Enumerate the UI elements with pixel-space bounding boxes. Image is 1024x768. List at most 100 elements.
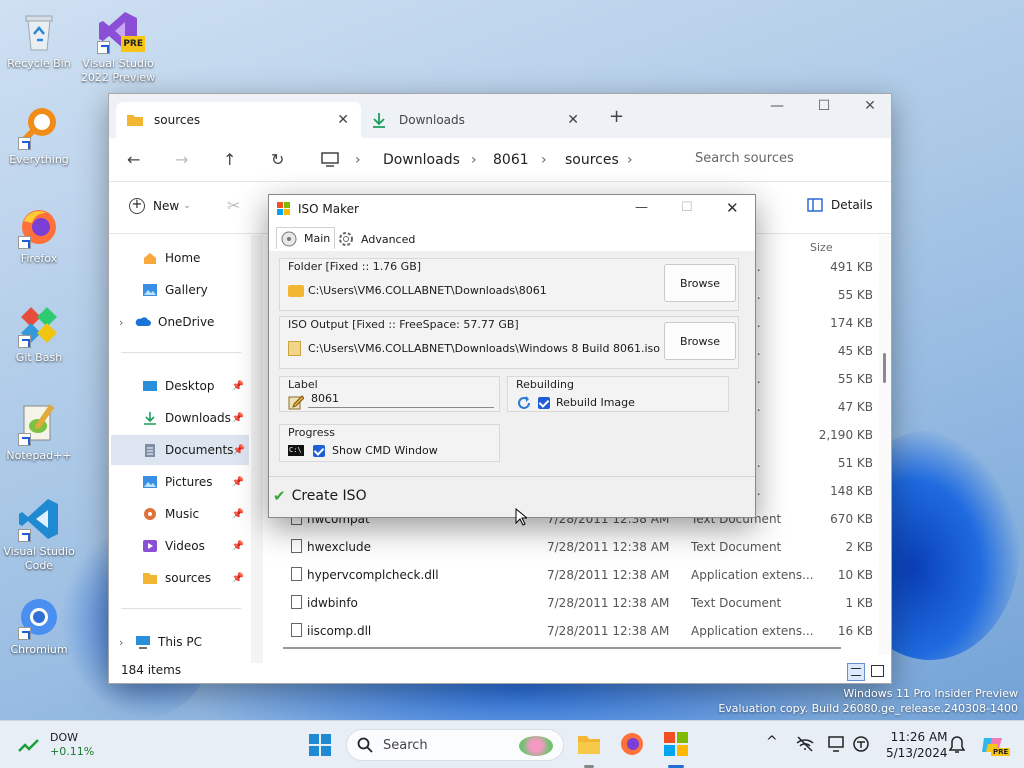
sidebar-item-desktop[interactable]: Desktop 📌 — [142, 371, 248, 401]
create-iso-button[interactable]: ✔ Create ISO — [273, 487, 367, 505]
table-row[interactable]: iiscomp.dll 7/28/2011 12:38 AM Application… — [263, 617, 879, 645]
table-row[interactable]: hwexclude 7/28/2011 12:38 AM Text Document… — [263, 533, 879, 561]
up-icon[interactable]: ↑ — [223, 150, 236, 169]
download-icon — [373, 113, 385, 128]
maximize-button[interactable]: ☐ — [801, 98, 847, 114]
chevron-up-icon[interactable]: ^ — [766, 734, 778, 750]
sidebar-scrollbar[interactable] — [251, 235, 263, 663]
horizontal-scrollbar[interactable] — [283, 647, 841, 649]
pictures-icon — [143, 476, 157, 488]
search-icon — [357, 737, 373, 753]
breadcrumb-sources[interactable]: sources — [565, 152, 619, 168]
iso-maker-taskbar-icon[interactable] — [664, 732, 688, 756]
refresh-icon[interactable]: ↻ — [271, 150, 284, 169]
notification-bell-icon[interactable] — [949, 736, 965, 754]
folder-path: C:\Users\VM6.COLLABNET\Downloads\8061 — [308, 284, 547, 297]
shortcut-arrow-icon — [18, 627, 31, 640]
sidebar-item-downloads[interactable]: Downloads 📌 — [142, 403, 248, 433]
file-name: hypervcomplcheck.dll — [307, 568, 439, 582]
sidebar-item-music[interactable]: Music 📌 — [142, 499, 248, 529]
chevron-right-icon: › — [355, 152, 361, 168]
desktop-icon-visual-studio[interactable]: PRE Visual Studio 2022 Preview — [80, 8, 156, 85]
close-tab-icon[interactable]: ✕ — [337, 112, 349, 128]
scrollbar-thumb[interactable] — [883, 353, 886, 383]
recycle-bin-icon — [16, 8, 62, 54]
close-button[interactable]: ✕ — [726, 199, 739, 217]
large-icons-view-button[interactable] — [871, 665, 884, 677]
desktop-icon-notepad-plus-plus[interactable]: Notepad++ — [1, 400, 77, 463]
minimize-button[interactable]: — — [754, 98, 800, 114]
desktop-icon-git-bash[interactable]: Git Bash — [1, 302, 77, 365]
accessibility-icon[interactable] — [852, 735, 870, 753]
sidebar-item-onedrive[interactable]: › OneDrive — [119, 307, 259, 337]
new-button[interactable]: + New ⌄ — [129, 198, 191, 214]
table-row[interactable]: hypervcomplcheck.dll 7/28/2011 12:38 AM Ap… — [263, 561, 879, 589]
details-button[interactable]: Details — [807, 198, 873, 212]
start-button[interactable] — [309, 734, 331, 756]
address-bar: ← → ↑ ↻ › Downloads › 8061 › sources › S… — [109, 138, 891, 182]
sidebar-item-label: Home — [165, 251, 201, 265]
back-icon[interactable]: ← — [127, 150, 140, 169]
desktop-icon-vscode[interactable]: Visual Studio Code — [1, 496, 77, 573]
watermark-line2: Evaluation copy. Build 26080.ge_release.… — [718, 702, 1018, 715]
browse-output-button[interactable]: Browse — [664, 322, 736, 360]
file-type: Application extens... — [691, 568, 814, 582]
details-view-button[interactable] — [847, 663, 865, 681]
tab-advanced[interactable]: Advanced — [337, 228, 415, 250]
desktop-icon-recycle-bin[interactable]: Recycle Bin — [1, 8, 77, 71]
pin-icon: 📌 — [231, 540, 244, 552]
table-row[interactable]: idwbinfo 7/28/2011 12:38 AM Text Document 1… — [263, 589, 879, 617]
sidebar-item-pictures[interactable]: Pictures 📌 — [142, 467, 248, 497]
tab-main[interactable]: Main — [276, 227, 336, 249]
iso-output-path: C:\Users\VM6.COLLABNET\Downloads\Windows… — [308, 342, 660, 355]
desktop-icon-everything[interactable]: Everything — [1, 104, 77, 167]
label-input[interactable]: 8061 — [308, 390, 494, 408]
this-pc-icon[interactable] — [321, 152, 339, 168]
show-cmd-checkbox[interactable] — [313, 445, 325, 457]
browse-folder-button[interactable]: Browse — [664, 264, 736, 302]
iso-output-label: ISO Output [Fixed :: FreeSpace: 57.77 GB… — [288, 318, 519, 331]
desktop-icon-firefox[interactable]: Firefox — [1, 203, 77, 266]
disc-icon — [281, 231, 297, 246]
vertical-scrollbar[interactable] — [879, 235, 891, 655]
taskbar-search-box[interactable]: Search — [346, 729, 564, 761]
minimize-button[interactable]: — — [635, 200, 648, 215]
cut-icon[interactable]: ✂ — [227, 196, 240, 215]
stock-widget[interactable]: DOW +0.11% — [18, 731, 94, 759]
videos-icon — [143, 540, 157, 552]
everything-icon — [16, 104, 62, 150]
git-bash-icon — [16, 302, 62, 348]
new-label: New — [153, 199, 180, 213]
pin-icon: 📌 — [231, 508, 244, 520]
clock[interactable]: 11:26 AM 5/13/2024 — [886, 729, 948, 761]
iso-output-group: ISO Output [Fixed :: FreeSpace: 57.77 GB… — [279, 316, 739, 369]
sidebar-item-label: Downloads — [165, 411, 231, 425]
sidebar-item-this-pc[interactable]: › This PC — [119, 627, 259, 657]
file-explorer-taskbar-icon[interactable] — [577, 733, 601, 755]
stock-name: DOW — [50, 731, 79, 744]
sidebar-item-videos[interactable]: Videos 📌 — [142, 531, 248, 561]
tab-downloads[interactable]: Downloads ✕ — [361, 102, 591, 138]
firefox-taskbar-icon[interactable] — [620, 732, 644, 756]
desktop-icon-label: Notepad++ — [6, 449, 72, 462]
file-type: Text Document — [691, 540, 782, 554]
breadcrumb-downloads[interactable]: Downloads — [383, 152, 460, 168]
file-size: 174 KB — [830, 316, 873, 330]
cmd-icon: C:\ — [288, 445, 304, 456]
network-off-icon[interactable] — [796, 736, 814, 752]
close-tab-icon[interactable]: ✕ — [567, 112, 579, 128]
desktop-icon-chromium[interactable]: Chromium — [1, 594, 77, 657]
shortcut-arrow-icon — [18, 529, 31, 542]
breadcrumb-8061[interactable]: 8061 — [493, 152, 529, 168]
close-button[interactable]: ✕ — [847, 98, 893, 114]
search-input[interactable]: Search sources — [681, 142, 891, 176]
iso-tab-strip: Main Advanced — [269, 223, 755, 251]
forward-icon[interactable]: → — [175, 150, 188, 169]
new-tab-button[interactable]: + — [609, 106, 624, 127]
display-icon[interactable] — [828, 735, 846, 753]
tab-sources[interactable]: sources ✕ — [116, 102, 361, 138]
sidebar-item-documents[interactable]: Documents 📌 — [111, 435, 249, 465]
sidebar-item-sources[interactable]: sources 📌 — [142, 563, 248, 593]
maximize-button[interactable]: ☐ — [681, 200, 693, 215]
rebuild-image-checkbox[interactable] — [538, 397, 550, 409]
